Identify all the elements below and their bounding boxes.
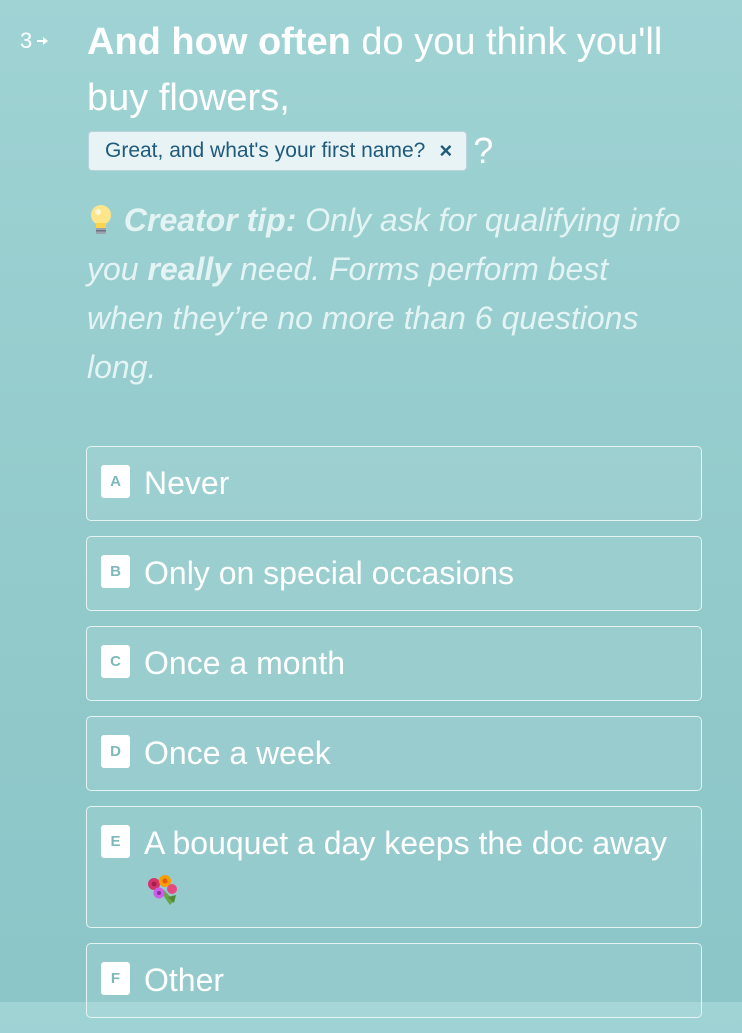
option-label-wrap: A bouquet a day keeps the doc away [144,820,687,914]
creator-tip: Creator tip: Only ask for qualifying inf… [87,196,687,392]
arrow-right-icon [37,37,49,45]
question-title: And how often do you think you'll buy fl… [87,14,707,126]
option-a[interactable]: A Never [86,446,702,521]
creator-tip-emphasis: really [147,251,232,287]
option-key: D [101,735,130,768]
answer-options: A Never B Only on special occasions C On… [86,446,702,1033]
question-bold-text: And how often [87,21,351,63]
recall-row: Great, and what's your first name? × ? [88,131,493,171]
option-b[interactable]: B Only on special occasions [86,536,702,611]
recall-chip-label: Great, and what's your first name? [105,139,426,162]
option-e[interactable]: E A bouquet a day keeps the doc away [86,806,702,928]
option-label: Never [144,465,230,501]
question-number-text: 3 [20,28,33,53]
option-label: A bouquet a day keeps the doc away [144,825,668,861]
option-label: Other [144,962,225,998]
option-key: C [101,645,130,678]
question-mark: ? [473,130,494,171]
question-number: 3 [20,28,50,54]
option-key: F [101,962,130,995]
option-f[interactable]: F Other [86,943,702,1018]
creator-tip-label: Creator tip: [123,202,297,238]
recall-chip[interactable]: Great, and what's your first name? × [88,131,468,171]
lightbulb-icon [91,205,111,234]
option-label: Only on special occasions [144,555,514,591]
remove-recall-button[interactable]: × [439,140,452,162]
option-label: Once a month [144,645,345,681]
option-d[interactable]: D Once a week [86,716,702,791]
option-c[interactable]: C Once a month [86,626,702,701]
option-key: B [101,555,130,588]
option-label: Once a week [144,735,331,771]
option-key: E [101,825,130,858]
option-key: A [101,465,130,498]
bouquet-icon [148,875,177,905]
